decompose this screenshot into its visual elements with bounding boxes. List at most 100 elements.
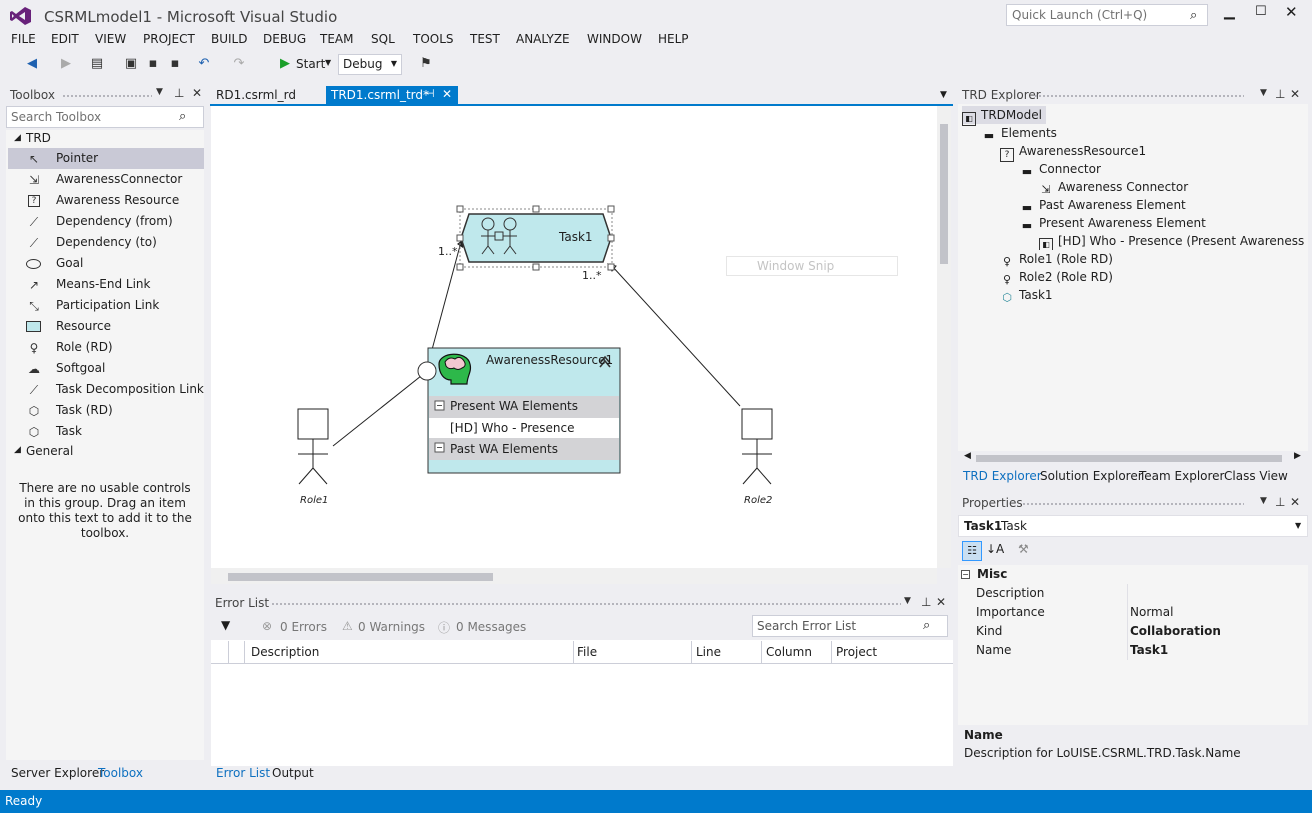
- save-icon[interactable]: ▪: [145, 56, 161, 72]
- present-section-label[interactable]: Present WA Elements: [450, 399, 578, 413]
- column-file[interactable]: File: [577, 645, 597, 659]
- quick-launch-input[interactable]: Quick Launch (Ctrl+Q): [1006, 4, 1208, 26]
- role1-shape[interactable]: [297, 408, 329, 485]
- property-row-name[interactable]: Name Task1: [976, 641, 1306, 660]
- chevron-down-icon[interactable]: ▼: [325, 58, 331, 67]
- column-project[interactable]: Project: [836, 645, 877, 659]
- save-all-icon[interactable]: ▪: [167, 56, 183, 72]
- toolbox-item-awareness-connector[interactable]: ⇲ AwarenessConnector: [8, 169, 204, 190]
- pin-icon[interactable]: ⊥: [174, 86, 184, 100]
- menu-analyze[interactable]: ANALYZE: [516, 32, 570, 46]
- doc-tab-rd1[interactable]: RD1.csrml_rd: [212, 87, 300, 105]
- solution-config-select[interactable]: Debug ▼: [338, 54, 402, 75]
- tab-solution-explorer[interactable]: Solution Explorer: [1040, 469, 1143, 483]
- tab-error-list[interactable]: Error List: [216, 766, 270, 780]
- toolbox-item-task-rd[interactable]: ⬡ Task (RD): [8, 400, 204, 421]
- property-row-description[interactable]: Description: [976, 584, 1306, 603]
- back-icon[interactable]: ◀: [24, 56, 40, 72]
- pin-icon[interactable]: ⊣: [425, 87, 435, 100]
- menu-build[interactable]: BUILD: [211, 32, 247, 46]
- tab-toolbox[interactable]: Toolbox: [98, 766, 143, 780]
- alphabetical-icon[interactable]: ↓A: [986, 542, 1004, 556]
- find-in-files-icon[interactable]: ⚑: [418, 56, 434, 72]
- scroll-left-icon[interactable]: ◀: [964, 451, 971, 461]
- collapse-icon[interactable]: −: [961, 570, 970, 579]
- tree-node-present-awareness[interactable]: ▬ Present Awareness Element: [1020, 214, 1206, 232]
- menu-file[interactable]: FILE: [11, 32, 36, 46]
- tree-node-role2[interactable]: ♀ Role2 (Role RD): [1000, 268, 1113, 286]
- chevron-down-icon[interactable]: ▼: [940, 90, 947, 100]
- error-search-input[interactable]: Search Error List ⌕: [752, 615, 948, 637]
- undo-icon[interactable]: ↶: [196, 56, 212, 72]
- chevron-down-icon[interactable]: ▼: [156, 87, 163, 97]
- properties-object-select[interactable]: Task1 Task ▼: [958, 515, 1308, 537]
- property-row-importance[interactable]: Importance Normal: [976, 603, 1306, 622]
- forward-icon[interactable]: ▶: [58, 56, 74, 72]
- menu-project[interactable]: PROJECT: [143, 32, 195, 46]
- close-icon[interactable]: ✕: [192, 86, 202, 100]
- new-project-icon[interactable]: ▤: [89, 56, 105, 72]
- toolbox-item-participation-link[interactable]: ⤡ Participation Link: [8, 295, 204, 316]
- tree-node-trdmodel[interactable]: ◧ TRDModel: [962, 106, 1046, 126]
- column-line[interactable]: Line: [696, 645, 721, 659]
- toolbox-item-goal[interactable]: Goal: [8, 253, 204, 274]
- tab-team-explorer[interactable]: Team Explorer: [1139, 469, 1225, 483]
- connector-role1-resource[interactable]: [332, 371, 427, 447]
- scrollbar-thumb[interactable]: [976, 455, 1282, 462]
- menu-tools[interactable]: TOOLS: [413, 32, 454, 46]
- close-icon[interactable]: ✕: [1290, 87, 1300, 101]
- menu-team[interactable]: TEAM: [320, 32, 353, 46]
- tab-server-explorer[interactable]: Server Explorer: [11, 766, 104, 780]
- tab-output[interactable]: Output: [272, 766, 314, 780]
- column-description[interactable]: Description: [251, 645, 319, 659]
- doc-tab-trd1[interactable]: TRD1.csrml_trd* ⊣ ✕: [326, 86, 458, 104]
- toolbox-item-task[interactable]: ⬡ Task: [8, 421, 204, 442]
- start-button[interactable]: Start: [296, 57, 325, 71]
- toolbox-item-awareness-resource[interactable]: ? Awareness Resource: [8, 190, 204, 211]
- triangle-down-icon[interactable]: ◢: [14, 133, 21, 143]
- column-column[interactable]: Column: [766, 645, 812, 659]
- toolbox-item-means-end-link[interactable]: ↗ Means-End Link: [8, 274, 204, 295]
- tree-node-task1[interactable]: ⬡ Task1: [1000, 286, 1052, 304]
- menu-test[interactable]: TEST: [470, 32, 500, 46]
- menu-window[interactable]: WINDOW: [587, 32, 642, 46]
- past-section-label[interactable]: Past WA Elements: [450, 442, 558, 456]
- tree-node-role1[interactable]: ♀ Role1 (Role RD): [1000, 250, 1113, 268]
- scroll-right-icon[interactable]: ▶: [1294, 451, 1301, 461]
- connector-role2-task[interactable]: [611, 265, 741, 407]
- tree-node-hd-who-presence[interactable]: ◧ [HD] Who - Presence (Present Awareness …: [1039, 232, 1307, 250]
- close-icon[interactable]: ✕: [1290, 495, 1300, 509]
- toolbox-item-dependency-from[interactable]: ⟋ Dependency (from): [8, 211, 204, 232]
- redo-icon[interactable]: ↷: [231, 56, 247, 72]
- tree-node-elements[interactable]: ▬ Elements: [982, 124, 1057, 142]
- toolbox-search-input[interactable]: Search Toolbox ⌕: [6, 106, 204, 128]
- connector-port[interactable]: [417, 361, 437, 381]
- toolbox-item-softgoal[interactable]: ☁ Softgoal: [8, 358, 204, 379]
- triangle-down-icon[interactable]: ◢: [14, 445, 21, 455]
- tree-node-awareness-connector[interactable]: ⇲ Awareness Connector: [1039, 178, 1188, 196]
- tab-trd-explorer[interactable]: TRD Explorer: [963, 469, 1042, 483]
- toolbox-group-general[interactable]: General: [26, 444, 73, 458]
- tree-node-connector[interactable]: ▬ Connector: [1020, 160, 1101, 178]
- chevron-down-icon[interactable]: ▼: [1260, 88, 1267, 98]
- toolbox-item-resource[interactable]: Resource: [8, 316, 204, 337]
- start-icon[interactable]: ▶: [277, 56, 293, 72]
- menu-view[interactable]: VIEW: [95, 32, 126, 46]
- chevron-down-icon[interactable]: ▼: [1260, 496, 1267, 506]
- tree-node-past-awareness[interactable]: ▬ Past Awareness Element: [1020, 196, 1186, 214]
- close-window-button[interactable]: ✕: [1285, 3, 1298, 21]
- property-row-kind[interactable]: Kind Collaboration: [976, 622, 1306, 641]
- pin-icon[interactable]: ⊥: [921, 595, 931, 609]
- close-icon[interactable]: ✕: [936, 595, 946, 609]
- menu-sql[interactable]: SQL: [371, 32, 395, 46]
- categorized-icon[interactable]: ☷: [962, 541, 982, 561]
- pin-icon[interactable]: ⊥: [1275, 495, 1285, 509]
- menu-help[interactable]: HELP: [658, 32, 689, 46]
- toolbox-item-task-decomposition-link[interactable]: ⟋ Task Decomposition Link: [8, 379, 204, 400]
- close-tab-icon[interactable]: ✕: [442, 87, 452, 101]
- tree-node-awareness-resource[interactable]: ? AwarenessResource1: [1000, 142, 1146, 162]
- present-item-label[interactable]: [HD] Who - Presence: [450, 421, 575, 435]
- pin-icon[interactable]: ⊥: [1275, 87, 1285, 101]
- open-file-icon[interactable]: ▣: [123, 56, 139, 72]
- minimize-button[interactable]: ▁: [1224, 4, 1235, 20]
